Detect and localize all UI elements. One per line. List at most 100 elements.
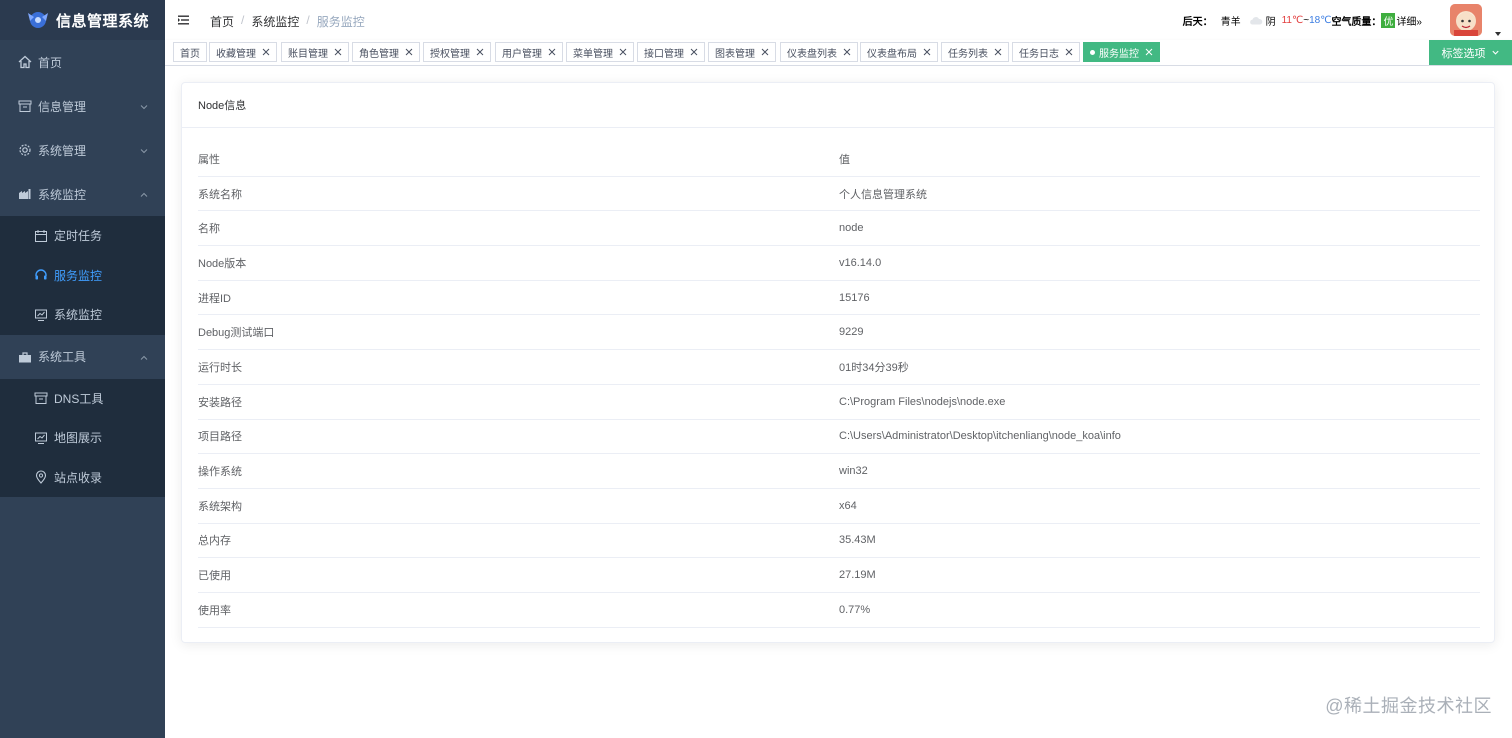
sidebar: 信息管理系统 首页 信息管理 系统管理 系统监控 定时任务 服务监控 系统监控 bbox=[0, 0, 165, 738]
tag-task-list[interactable]: 任务列表 bbox=[941, 42, 1009, 62]
sidebar-item-info-management[interactable]: 信息管理 bbox=[0, 84, 165, 128]
submenu-system-tools: DNS工具 地图展示 站点收录 bbox=[0, 378, 165, 498]
weather-temp-low: 18℃ bbox=[1309, 15, 1332, 26]
table-row: 操作系统 win32 bbox=[198, 454, 1480, 489]
hamburger-icon[interactable] bbox=[177, 13, 191, 27]
breadcrumb-item[interactable]: 系统监控 bbox=[251, 13, 299, 30]
app-logo[interactable]: 信息管理系统 bbox=[0, 0, 165, 40]
sidebar-item-label: 系统工具 bbox=[38, 350, 87, 364]
tag-users[interactable]: 用户管理 bbox=[495, 42, 563, 62]
table-row: 已使用 27.19M bbox=[198, 558, 1480, 593]
close-icon[interactable] bbox=[994, 48, 1002, 56]
sidebar-item-system-monitor[interactable]: 系统监控 bbox=[0, 172, 165, 216]
tag-menus[interactable]: 菜单管理 bbox=[566, 42, 634, 62]
top-navbar: 首页 / 系统监控 / 服务监控 后天： 青羊 阴 11℃ ~ 18℃ 空气质量… bbox=[165, 0, 1512, 40]
weather-condition: 阴 bbox=[1265, 17, 1276, 28]
sidebar-item-label: 站点收录 bbox=[54, 470, 103, 485]
sidebar-item-label: 地图展示 bbox=[54, 431, 103, 446]
watermark: @稀土掘金技术社区 bbox=[1325, 696, 1492, 716]
weather-detail-link[interactable]: 详细» bbox=[1396, 13, 1422, 28]
sidebar-item-scheduled-tasks[interactable]: 定时任务 bbox=[0, 216, 165, 256]
tag-dashboard-layout[interactable]: 仪表盘布局 bbox=[860, 42, 938, 62]
node-info-table: 属性 值 系统名称 个人信息管理系统 名称 node Node版本 v16.14.0 … bbox=[198, 142, 1480, 628]
toolbox-icon bbox=[18, 350, 32, 364]
table-row: 运行时长 01时34分39秒 bbox=[198, 350, 1480, 385]
node-info-card: Node信息 属性 值 系统名称 个人信息管理系统 名称 node Node版本 v1… bbox=[181, 82, 1495, 643]
tag-accounts[interactable]: 账目管理 bbox=[281, 42, 349, 62]
table-row: 进程ID 15176 bbox=[198, 281, 1480, 316]
sidebar-item-label: 系统监控 bbox=[38, 187, 87, 202]
close-icon[interactable] bbox=[405, 48, 413, 56]
tag-home[interactable]: 首页 bbox=[173, 42, 207, 62]
weather-day: 后天： bbox=[1182, 17, 1213, 28]
box-icon bbox=[18, 99, 32, 113]
sidebar-item-site-index[interactable]: 站点收录 bbox=[0, 458, 165, 498]
cloud-icon bbox=[1249, 16, 1263, 26]
tag-authorization[interactable]: 授权管理 bbox=[423, 42, 491, 62]
chevron-down-icon bbox=[139, 145, 149, 155]
chevron-down-icon bbox=[1491, 50, 1499, 55]
tag-roles[interactable]: 角色管理 bbox=[352, 42, 420, 62]
table-row: 使用率 0.77% bbox=[198, 593, 1480, 628]
calendar-icon bbox=[34, 229, 48, 243]
sidebar-item-label: 系统监控 bbox=[54, 308, 103, 323]
sidebar-item-label: 首页 bbox=[38, 55, 63, 70]
tag-dashboard-list[interactable]: 仪表盘列表 bbox=[780, 42, 858, 62]
sidebar-item-label: 服务监控 bbox=[54, 268, 103, 283]
main-content: Node信息 属性 值 系统名称 个人信息管理系统 名称 node Node版本 v1… bbox=[165, 66, 1512, 738]
tag-task-log[interactable]: 任务日志 bbox=[1012, 42, 1080, 62]
breadcrumb: 首页 / 系统监控 / 服务监控 bbox=[210, 13, 365, 30]
close-icon[interactable] bbox=[476, 48, 484, 56]
chevron-up-icon bbox=[139, 352, 149, 362]
tag-options-button[interactable]: 标签选项 bbox=[1429, 40, 1512, 65]
table-row: 总内存 35.43M bbox=[198, 524, 1480, 559]
headset-icon bbox=[34, 268, 48, 282]
close-icon[interactable] bbox=[548, 48, 556, 56]
close-icon[interactable] bbox=[843, 48, 851, 56]
close-icon[interactable] bbox=[923, 48, 931, 56]
tag-charts[interactable]: 图表管理 bbox=[708, 42, 776, 62]
table-row: 安装路径 C:\Program Files\nodejs\node.exe bbox=[198, 385, 1480, 420]
sidebar-item-label: 信息管理 bbox=[38, 99, 87, 114]
sidebar-item-system-management[interactable]: 系统管理 bbox=[0, 128, 165, 172]
tag-service-monitor[interactable]: 服务监控 bbox=[1083, 42, 1160, 62]
sidebar-item-dns-tool[interactable]: DNS工具 bbox=[0, 379, 165, 419]
table-row: Node版本 v16.14.0 bbox=[198, 246, 1480, 281]
table-row: 系统架构 x64 bbox=[198, 489, 1480, 524]
sidebar-item-system-tools[interactable]: 系统工具 bbox=[0, 335, 165, 379]
weather-city: 青羊 bbox=[1220, 17, 1241, 28]
tag-favorites[interactable]: 收藏管理 bbox=[209, 42, 277, 62]
sidebar-item-system-monitor-sub[interactable]: 系统监控 bbox=[0, 295, 165, 335]
box-icon bbox=[34, 391, 48, 405]
close-icon[interactable] bbox=[334, 48, 342, 56]
close-icon[interactable] bbox=[1065, 48, 1073, 56]
chevron-down-icon bbox=[139, 101, 149, 111]
chart-screen-icon bbox=[34, 308, 48, 322]
tags-view: 首页 收藏管理 账目管理 角色管理 授权管理 用户管理 菜单管理 接口管理 图表… bbox=[165, 40, 1512, 66]
air-quality-label: 空气质量： bbox=[1331, 17, 1382, 28]
breadcrumb-current: 服务监控 bbox=[316, 15, 365, 29]
sidebar-item-label: DNS工具 bbox=[54, 391, 104, 406]
gear-icon bbox=[18, 143, 32, 157]
sidebar-item-home[interactable]: 首页 bbox=[0, 40, 165, 84]
tag-apis[interactable]: 接口管理 bbox=[637, 42, 705, 62]
close-icon[interactable] bbox=[619, 48, 627, 56]
column-header: 值 bbox=[839, 153, 850, 166]
sidebar-item-service-monitor[interactable]: 服务监控 bbox=[0, 256, 165, 296]
close-icon[interactable] bbox=[690, 48, 698, 56]
close-icon[interactable] bbox=[761, 48, 769, 56]
breadcrumb-item[interactable]: 首页 bbox=[210, 13, 234, 30]
location-pin-icon bbox=[34, 470, 48, 485]
close-icon[interactable] bbox=[1145, 48, 1153, 56]
table-row: Debug测试端口 9229 bbox=[198, 315, 1480, 351]
sidebar-item-map-display[interactable]: 地图展示 bbox=[0, 418, 165, 458]
card-title: Node信息 bbox=[182, 83, 1494, 128]
app-title: 信息管理系统 bbox=[56, 12, 150, 30]
table-row: 系统名称 个人信息管理系统 bbox=[198, 177, 1480, 212]
close-icon[interactable] bbox=[262, 48, 270, 56]
table-row: 项目路径 C:\Users\Administrator\Desktop\itche… bbox=[198, 420, 1480, 455]
caret-down-icon[interactable] bbox=[1495, 25, 1501, 36]
column-header: 属性 bbox=[198, 153, 220, 166]
avatar[interactable] bbox=[1450, 4, 1482, 36]
air-quality-badge: 优 bbox=[1381, 13, 1396, 28]
